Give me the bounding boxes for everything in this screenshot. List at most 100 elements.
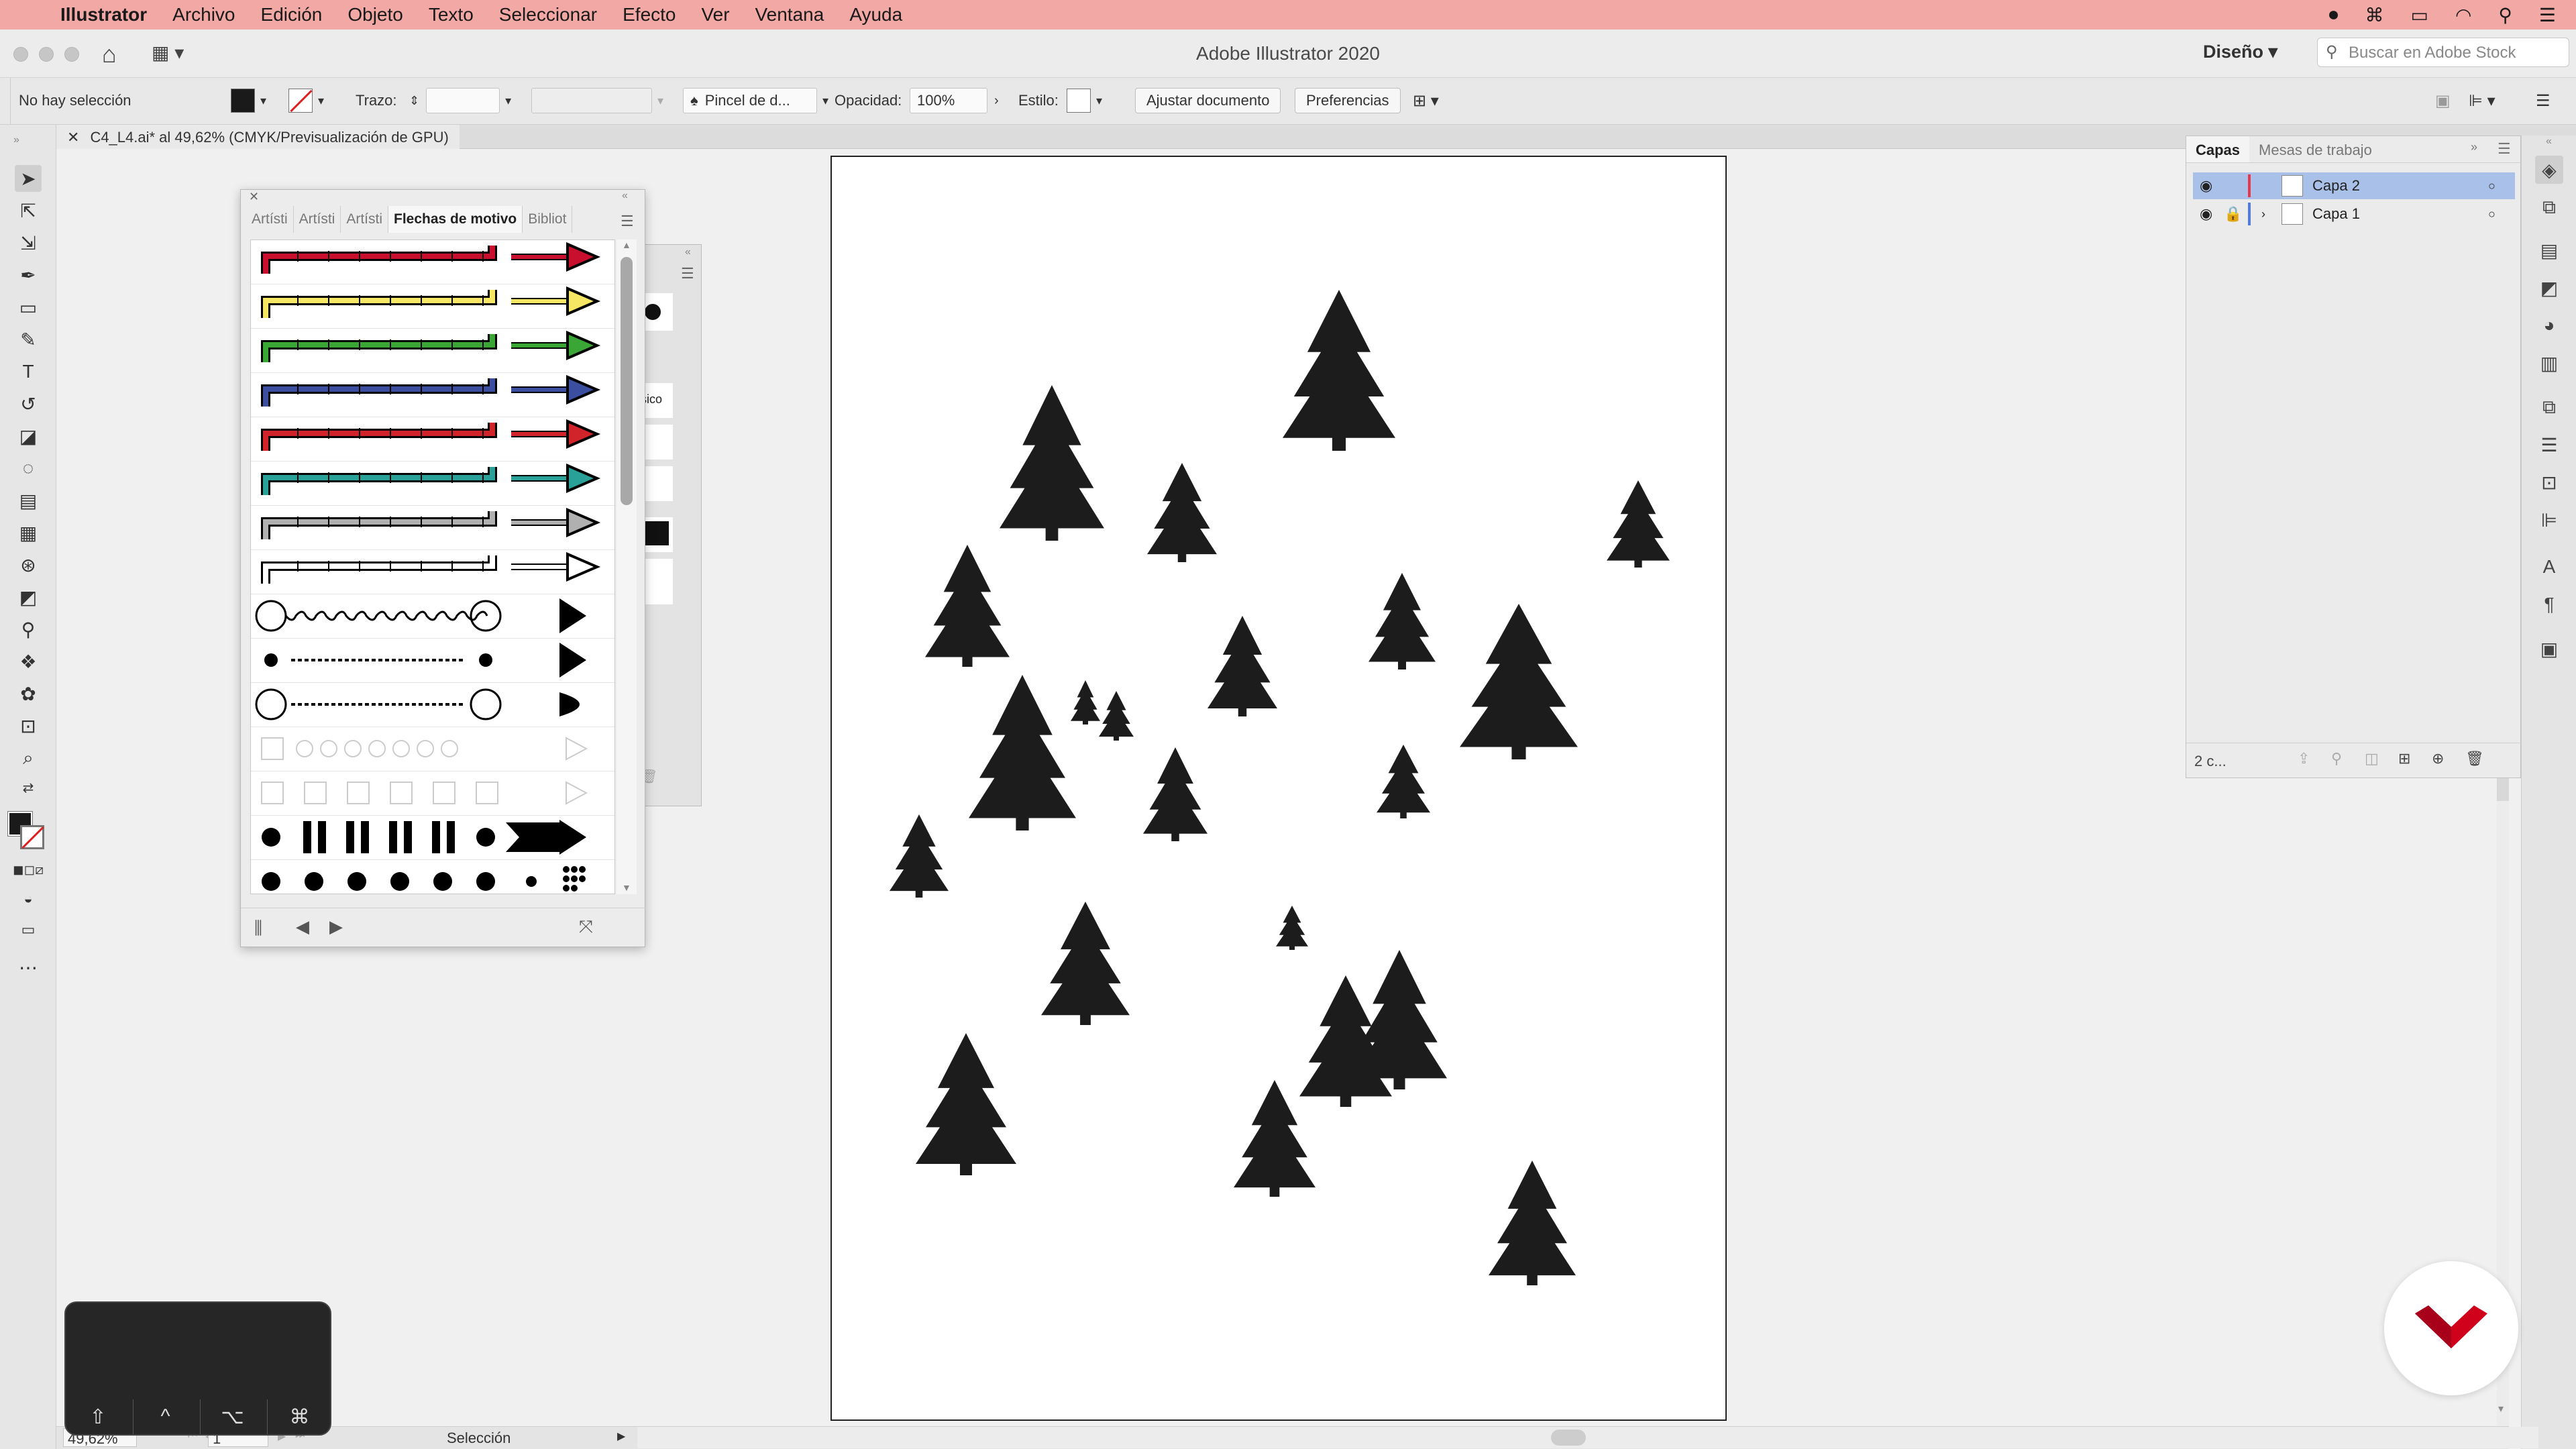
close-tab-icon[interactable]: ✕ [67,129,79,146]
visibility-eye-icon[interactable]: ◉ [2200,177,2224,195]
brush-list-item[interactable] [251,727,614,771]
mesh-tool-icon[interactable]: ▦ [15,519,42,546]
panel-menu-icon[interactable]: ☰ [621,213,634,230]
scroll-down-icon[interactable]: ▾ [2498,1402,2504,1415]
shift-key-icon[interactable]: ⇧ [66,1399,130,1434]
artboards-panel-icon[interactable]: ⧉ [2535,193,2563,221]
menu-archivo[interactable]: Archivo [172,4,235,25]
paragraph-panel-icon[interactable]: ¶ [2535,590,2563,619]
tree-shape[interactable] [1147,463,1217,562]
collect-export-icon[interactable]: ⇪ [2298,750,2310,767]
brush-list-item[interactable] [251,462,614,506]
brush-definition-dropdown[interactable]: ♠ Pincel de d... [683,88,817,113]
tree-shape[interactable] [1041,902,1130,1025]
brush-list-item[interactable] [251,373,614,417]
scrollbar-thumb[interactable] [621,257,633,505]
direct-selection-tool-icon[interactable]: ⇱ [15,197,42,224]
type-tool-icon[interactable]: T [15,358,42,385]
next-library-icon[interactable]: ▶ [329,916,343,937]
brush-list-item[interactable] [251,284,614,329]
chevron-down-icon[interactable]: ▾ [822,94,828,108]
tree-shape[interactable] [1283,290,1395,451]
tree-shape[interactable] [1000,385,1104,541]
control-center-icon[interactable]: ☰ [2539,4,2556,26]
menu-efecto[interactable]: Efecto [623,4,676,25]
tab-mesas-de-trabajo[interactable]: Mesas de trabajo [2249,136,2381,162]
group-selection-tool-icon[interactable]: ⇲ [15,229,42,256]
tree-shape[interactable] [1234,1080,1316,1197]
character-panel-icon[interactable]: A [2535,553,2563,581]
artboard-tool-icon[interactable]: ⊡ [15,712,42,739]
chevron-down-icon[interactable]: ▾ [1096,94,1102,108]
rectangle-tool-icon[interactable]: ▭ [15,294,42,321]
brush-library-panel-behind[interactable]: « ☰ sico 🗑 [637,244,702,806]
brush-libraries-menu-icon[interactable]: ⫼ [254,918,262,939]
color-mode-icon[interactable]: ◼◻⧄ [13,856,44,883]
brush-list-item[interactable] [251,771,614,816]
align-panel-icon[interactable]: ⊫ ▾ [2469,87,2496,114]
fill-swatch[interactable] [231,89,255,113]
tab-artistico-1[interactable]: Artísti [246,206,294,233]
menu-ventana[interactable]: Ventana [755,4,824,25]
panel-options-icon[interactable]: ⤧ [579,916,593,938]
workspace-switcher[interactable]: Diseño ▾ [2203,42,2277,62]
menu-illustrator[interactable]: Illustrator [60,4,147,25]
symbol-sprayer-tool-icon[interactable]: ✿ [15,680,42,707]
brush-list-item[interactable] [251,639,614,683]
menu-objeto[interactable]: Objeto [347,4,403,25]
scroll-up-icon[interactable]: ▲ [622,239,631,250]
brush-list-item[interactable] [251,329,614,373]
perspective-tool-icon[interactable]: ◩ [15,584,42,610]
pathfinder-panel-icon[interactable]: ⧉ [2535,393,2563,421]
new-sublayer-icon[interactable]: ⊞ [2398,750,2410,767]
screen-mode-icon[interactable]: ▭ [15,916,42,943]
artboard[interactable] [830,156,1727,1421]
new-layer-icon[interactable]: ⊕ [2432,750,2444,767]
tab-artistico-3[interactable]: Artísti [341,206,389,233]
tree-shape[interactable] [1143,747,1208,841]
layer-row-capa-1[interactable]: ◉ 🔒 › Capa 1 ○ [2193,201,2515,227]
color-panel-icon[interactable]: ◕ [2535,311,2563,339]
rotate-tool-icon[interactable]: ↺ [15,390,42,417]
layers-panel-icon[interactable]: ◈ [2535,156,2563,184]
eyedropper-tool-icon[interactable]: ⚲ [15,616,42,643]
layer-name[interactable]: Capa 1 [2312,205,2488,223]
horizontal-scrollbar[interactable] [637,1427,2538,1448]
menu-texto[interactable]: Texto [429,4,474,25]
lasso-tool-icon[interactable]: ◌ [15,455,42,482]
target-circle-icon[interactable]: ○ [2488,207,2515,221]
spotlight-icon[interactable]: ⚲ [2498,4,2512,26]
option-key-icon[interactable]: ⌥ [200,1399,264,1434]
blend-tool-icon[interactable]: ❖ [15,648,42,675]
stock-search-input[interactable]: ⚲ Buscar en Adobe Stock [2317,38,2569,67]
libraries-panel-icon[interactable]: ▤ [2535,236,2563,264]
tab-flechas-de-motivo[interactable]: Flechas de motivo [388,206,523,233]
menu-ver[interactable]: Ver [702,4,730,25]
gradient-tool-icon[interactable]: ▤ [15,487,42,514]
expand-chevron-icon[interactable]: › [2261,207,2282,221]
tree-shape[interactable] [969,675,1076,830]
layer-name[interactable]: Capa 2 [2312,177,2488,195]
paintbrush-tool-icon[interactable]: ✎ [15,326,42,353]
collapse-icon[interactable]: « [2546,136,2552,148]
drawing-mode-icon[interactable]: ◒ [15,885,42,912]
menu-edicion[interactable]: Edición [261,4,323,25]
panel-menu-icon[interactable]: ☰ [681,265,694,282]
tree-shape[interactable] [1489,1161,1576,1285]
close-panel-icon[interactable]: ✕ [249,190,259,204]
control-bar-grip[interactable] [0,78,11,125]
tab-biblioteca[interactable]: Bibliot [523,206,573,233]
brush-list[interactable] [250,239,615,894]
tree-artwork[interactable] [832,157,1728,1422]
scrollbar-thumb[interactable] [2497,778,2509,801]
delete-layer-icon[interactable]: 🗑 [2465,750,2484,767]
chevron-down-icon[interactable]: ▾ [505,94,511,108]
collapse-icon[interactable]: « [622,190,628,202]
tree-shape[interactable] [1607,480,1670,568]
brush-list-item[interactable] [251,860,614,894]
tree-shape[interactable] [1368,573,1436,669]
tree-shape[interactable] [925,545,1010,667]
preferences-button[interactable]: Preferencias [1295,88,1401,113]
tree-shape[interactable] [1377,745,1430,818]
scrollbar-thumb[interactable] [1551,1430,1586,1446]
